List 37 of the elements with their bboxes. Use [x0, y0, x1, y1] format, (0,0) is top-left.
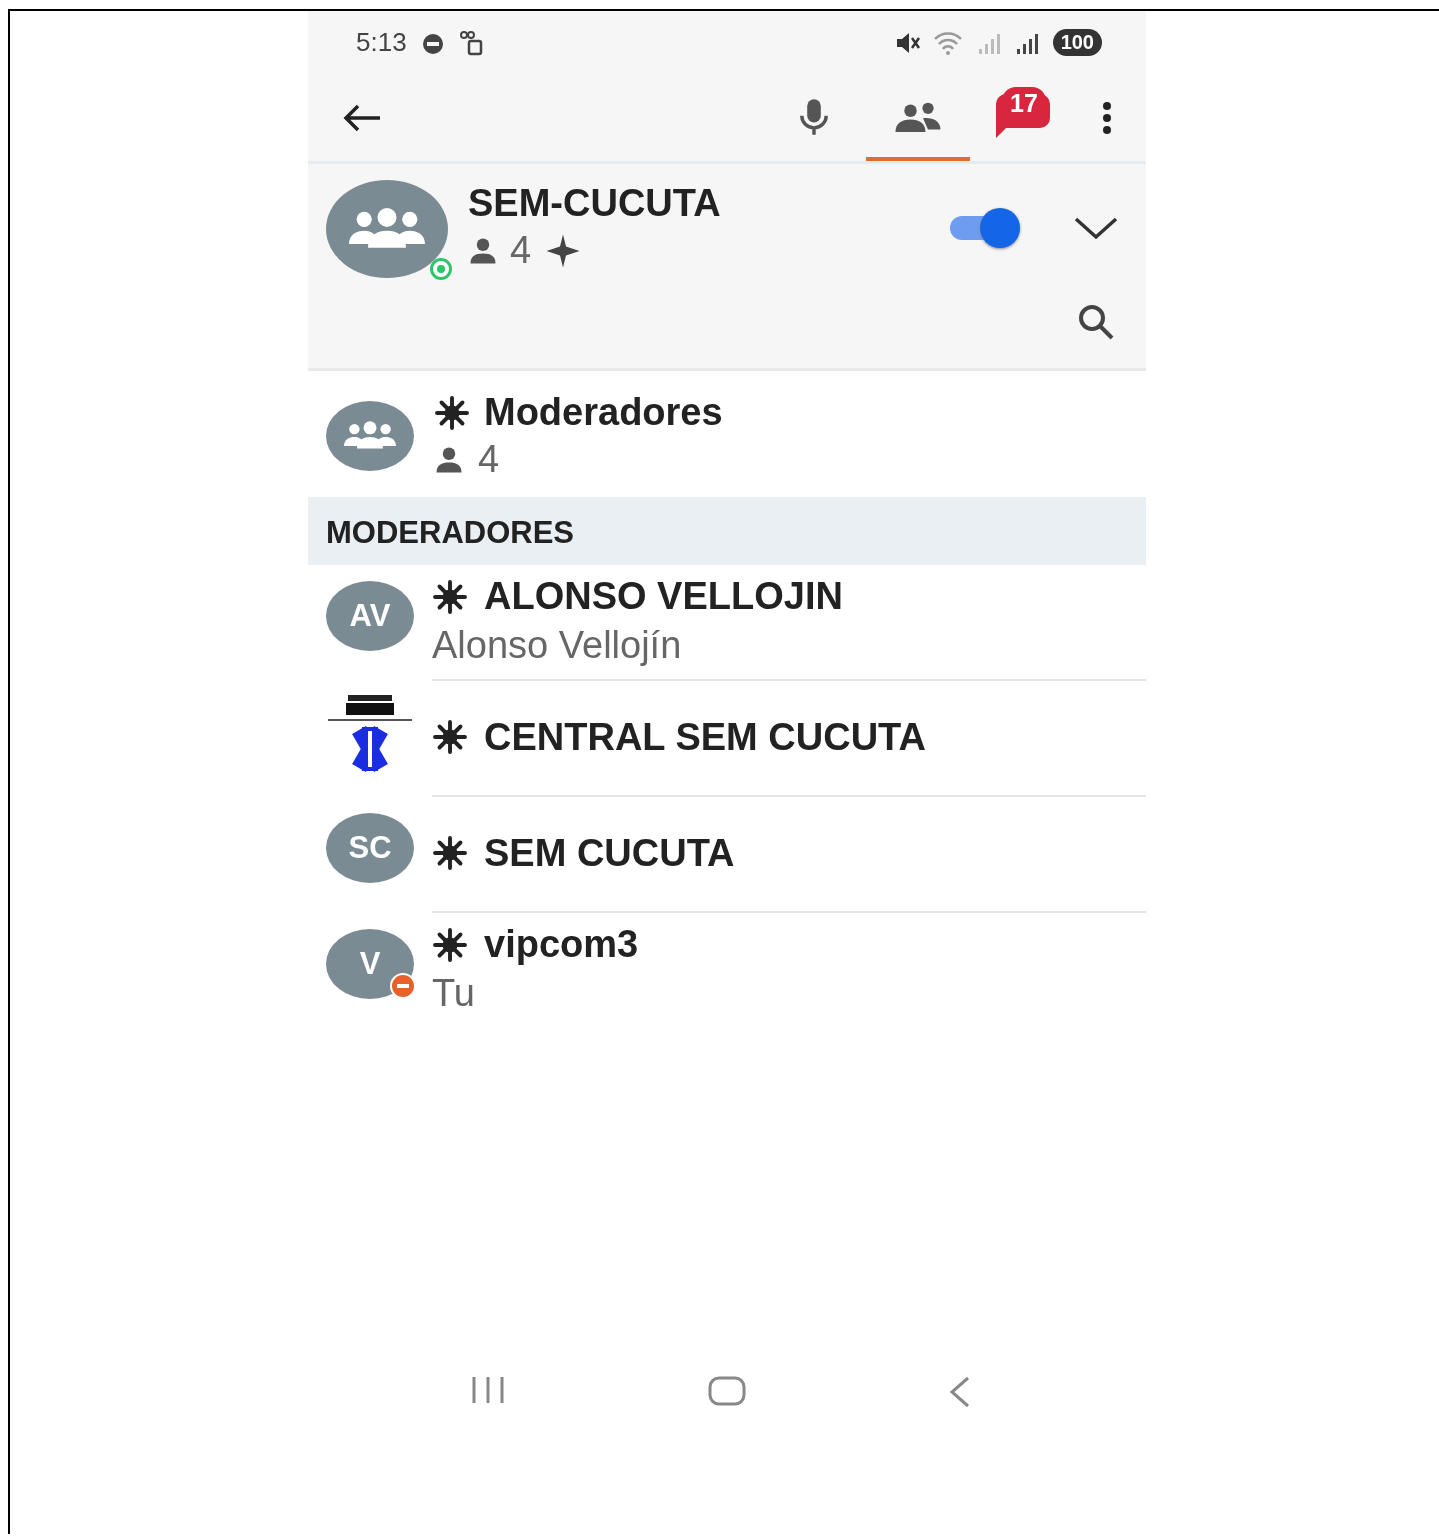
member-name[interactable]: SEM CUCUTA — [484, 831, 735, 875]
toolbar-tab[interactable]: 17 — [970, 77, 1074, 161]
member-name[interactable]: CENTRAL SEM CUCUTA — [484, 715, 926, 759]
user-avatar: AV — [326, 581, 414, 651]
member-subtitle: Tu — [432, 972, 476, 1015]
member-count: 4 — [478, 438, 500, 481]
member-name[interactable]: vipcom3 — [484, 923, 639, 966]
member-count: 4 — [510, 229, 532, 272]
more-icon — [1102, 100, 1112, 135]
member-name[interactable]: ALONSO VELLOJIN — [484, 575, 843, 618]
group-name[interactable]: Moderadores — [484, 391, 723, 434]
sim-icon — [458, 29, 485, 56]
section-header: MODERADORES — [308, 497, 1146, 565]
group-icon — [344, 420, 396, 452]
recent-apps-icon — [470, 1376, 506, 1404]
user-avatar: SC — [326, 813, 414, 883]
microphone-icon — [797, 98, 831, 136]
user-avatar: V — [326, 929, 414, 999]
moderator-icon — [432, 835, 468, 871]
moderator-icon — [432, 719, 468, 755]
moderator-icon — [434, 394, 470, 431]
moderator-icon — [432, 578, 468, 615]
member-subtitle: Alonso Vellojín — [432, 624, 683, 667]
channel-name: SEM-CUCUTA — [468, 182, 722, 225]
expand-button[interactable] — [1074, 216, 1118, 240]
home-icon — [708, 1376, 746, 1406]
back-chevron-icon — [948, 1376, 972, 1408]
search-icon — [1076, 302, 1116, 342]
chevron-down-icon — [1074, 216, 1118, 240]
moderator-icon — [432, 926, 468, 963]
battery-level: 100 — [1052, 29, 1102, 56]
mute-icon — [894, 30, 921, 55]
people-icon — [893, 101, 943, 133]
clock-time: 5:13 — [356, 27, 407, 58]
back-arrow-icon — [342, 102, 382, 133]
search-button[interactable] — [1076, 302, 1116, 342]
wifi-icon — [932, 30, 965, 55]
